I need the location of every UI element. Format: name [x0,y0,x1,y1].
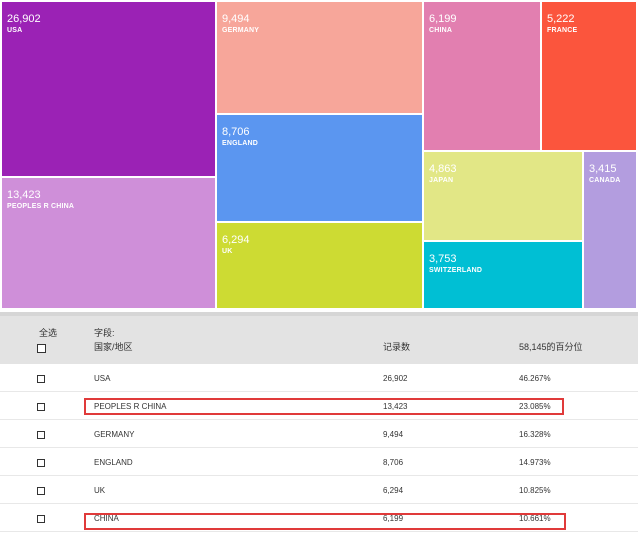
count-cell: 8,706 [383,458,404,467]
row-checkbox[interactable] [37,459,45,467]
table-row[interactable]: GERMANY 9,494 16.328% [0,420,638,448]
tile-value: 26,902 [7,13,41,25]
tile-label: FRANCE [547,27,578,34]
records-header[interactable]: 记录数 [383,341,410,353]
treemap-tile-china[interactable]: 6,199 CHINA [424,2,540,150]
row-checkbox[interactable] [37,515,45,523]
treemap-tile-germany[interactable]: 9,494 GERMANY [217,2,422,113]
treemap-tile-france[interactable]: 5,222 FRANCE [542,2,636,150]
table-row[interactable]: UK 6,294 10.825% [0,476,638,504]
highlight-box-china [84,513,566,530]
row-checkbox[interactable] [37,403,45,411]
select-all-label: 全选 [39,328,58,338]
tile-value: 8,706 [222,126,250,138]
row-checkbox[interactable] [37,431,45,439]
percent-cell: 14.973% [519,458,551,467]
treemap-tile-switzerland[interactable]: 3,753 SWITZERLAND [424,242,582,308]
tile-value: 5,222 [547,13,575,25]
tile-value: 6,199 [429,13,457,25]
tile-label: UK [222,248,233,255]
treemap-tile-usa[interactable]: 26,902 USA [2,2,215,176]
country-cell: USA [94,374,111,383]
treemap-tile-canada[interactable]: 3,415 CANADA [584,152,636,308]
table-row[interactable]: ENGLAND 8,706 14.973% [0,448,638,476]
table-header: 全选 字段: 国家/地区 记录数 58,145的百分位 [0,316,638,364]
count-cell: 6,294 [383,486,404,495]
percent-cell: 10.825% [519,486,551,495]
country-cell: ENGLAND [94,458,133,467]
treemap-tile-uk[interactable]: 6,294 UK [217,223,422,308]
treemap-tile-peoples-r-china[interactable]: 13,423 PEOPLES R CHINA [2,178,215,308]
tile-label: USA [7,27,23,34]
field-label: 字段: [94,328,115,338]
count-cell: 9,494 [383,430,404,439]
tile-label: CHINA [429,27,453,34]
results-table: 全选 字段: 国家/地区 记录数 58,145的百分位 USA 26,902 4… [0,316,638,536]
tile-value: 9,494 [222,13,250,25]
percent-header[interactable]: 58,145的百分位 [519,341,583,353]
percent-cell: 46.267% [519,374,551,383]
tile-label: ENGLAND [222,140,259,147]
row-checkbox[interactable] [37,487,45,495]
tile-value: 4,863 [429,163,457,175]
treemap-chart: 26,902 USA 13,423 PEOPLES R CHINA 9,494 … [0,0,638,316]
tile-label: JAPAN [429,177,454,184]
tile-value: 6,294 [222,234,250,246]
tile-value: 13,423 [7,189,41,201]
tile-value: 3,415 [589,163,617,175]
country-cell: UK [94,486,106,495]
highlight-box-peoples-r-china [84,398,564,415]
tile-value: 3,753 [429,253,457,265]
row-checkbox[interactable] [37,375,45,383]
field-name[interactable]: 国家/地区 [94,341,133,353]
country-cell: GERMANY [94,430,135,439]
tile-label: GERMANY [222,27,260,34]
count-cell: 26,902 [383,374,408,383]
select-all-checkbox[interactable] [37,344,46,353]
table-row[interactable]: USA 26,902 46.267% [0,364,638,392]
tile-label: PEOPLES R CHINA [7,203,75,210]
tile-label: SWITZERLAND [429,267,483,274]
percent-cell: 16.328% [519,430,551,439]
treemap-tile-england[interactable]: 8,706 ENGLAND [217,115,422,221]
treemap-tile-japan[interactable]: 4,863 JAPAN [424,152,582,240]
tile-label: CANADA [589,177,621,184]
